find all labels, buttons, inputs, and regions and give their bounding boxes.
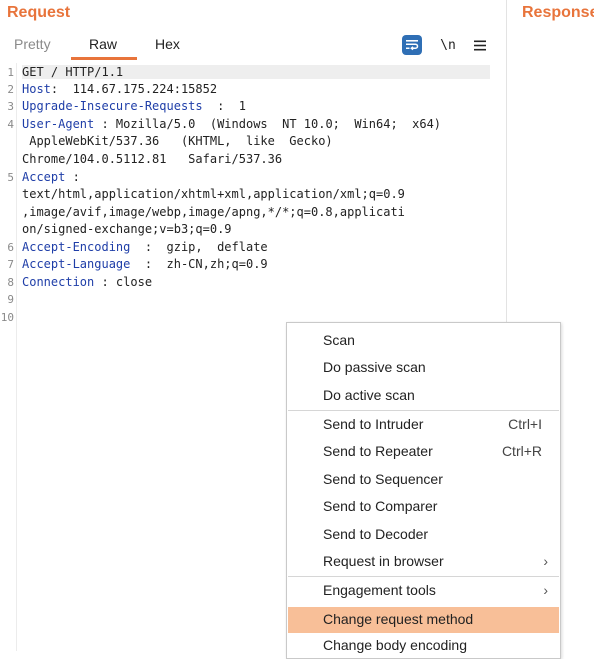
header-line[interactable]: Accept : (22, 170, 80, 184)
menu-item-change-request-method[interactable]: Change request method (288, 607, 559, 633)
line-number: 6 (7, 241, 14, 254)
line-number: 9 (7, 293, 14, 306)
request-title: Request (7, 4, 71, 21)
line-number: 7 (7, 258, 14, 271)
header-line[interactable]: User-Agent : Mozilla/5.0 (Windows NT 10.… (22, 117, 441, 131)
line-number: 3 (7, 100, 14, 113)
header-line[interactable]: Accept-Encoding : gzip, deflate (22, 240, 268, 254)
header-line[interactable]: Connection : close (22, 275, 152, 289)
menu-item-request-in-browser[interactable]: Request in browser › (288, 549, 559, 575)
active-tab-indicator (71, 57, 137, 60)
context-menu: Scan Do passive scan Do active scan Send… (286, 322, 561, 659)
response-title: Response (522, 4, 594, 21)
tab-hex[interactable]: Hex (155, 36, 180, 52)
wrap-lines-button[interactable] (402, 35, 422, 55)
line-number: 10 (0, 311, 14, 324)
header-line-continuation[interactable]: on/signed-exchange;v=b3;q=0.9 (22, 222, 232, 236)
line-number: 8 (7, 276, 14, 289)
menu-item-send-to-comparer[interactable]: Send to Comparer (288, 494, 559, 520)
tab-pretty[interactable]: Pretty (14, 36, 51, 52)
menu-item-change-body-encoding[interactable]: Change body encoding (288, 633, 559, 659)
menu-item-send-to-sequencer[interactable]: Send to Sequencer (288, 467, 559, 493)
request-line[interactable]: GET / HTTP/1.1 (22, 65, 490, 79)
line-number: 2 (7, 83, 14, 96)
header-line-continuation[interactable]: ,image/avif,image/webp,image/apng,*/*;q=… (22, 205, 405, 219)
menu-item-engagement-tools[interactable]: Engagement tools › (288, 578, 559, 604)
header-line-continuation[interactable]: Chrome/104.0.5112.81 Safari/537.36 (22, 152, 282, 166)
header-line-continuation[interactable]: AppleWebKit/537.36 (KHTML, like Gecko) (22, 134, 332, 148)
line-number: 5 (7, 171, 14, 184)
menu-separator (288, 410, 559, 411)
header-line[interactable]: Host: 114.67.175.224:15852 (22, 82, 217, 96)
menu-item-do-active-scan[interactable]: Do active scan (288, 383, 559, 409)
hamburger-menu-icon[interactable] (470, 35, 490, 55)
show-newlines-button[interactable]: \n (438, 35, 458, 55)
menu-item-scan[interactable]: Scan (288, 328, 559, 354)
menu-item-send-to-repeater[interactable]: Send to Repeater Ctrl+R (288, 439, 559, 465)
line-number: 4 (7, 118, 14, 131)
tab-raw[interactable]: Raw (89, 36, 117, 52)
menu-item-do-passive-scan[interactable]: Do passive scan (288, 355, 559, 381)
chevron-right-icon: › (543, 553, 548, 569)
menu-item-send-to-intruder[interactable]: Send to Intruder Ctrl+I (288, 412, 559, 438)
line-number-gutter: 1 2 3 4 5 6 7 8 9 10 (0, 63, 17, 651)
line-number: 1 (7, 66, 14, 79)
request-view-tabs: Pretty Raw Hex \n (0, 30, 506, 60)
header-line[interactable]: Upgrade-Insecure-Requests : 1 (22, 99, 246, 113)
header-line-continuation[interactable]: text/html,application/xhtml+xml,applicat… (22, 187, 405, 201)
chevron-right-icon: › (543, 582, 548, 598)
header-line[interactable]: Accept-Language : zh-CN,zh;q=0.9 (22, 257, 268, 271)
menu-separator (288, 576, 559, 577)
menu-item-send-to-decoder[interactable]: Send to Decoder (288, 522, 559, 548)
wrap-lines-icon (406, 40, 419, 51)
